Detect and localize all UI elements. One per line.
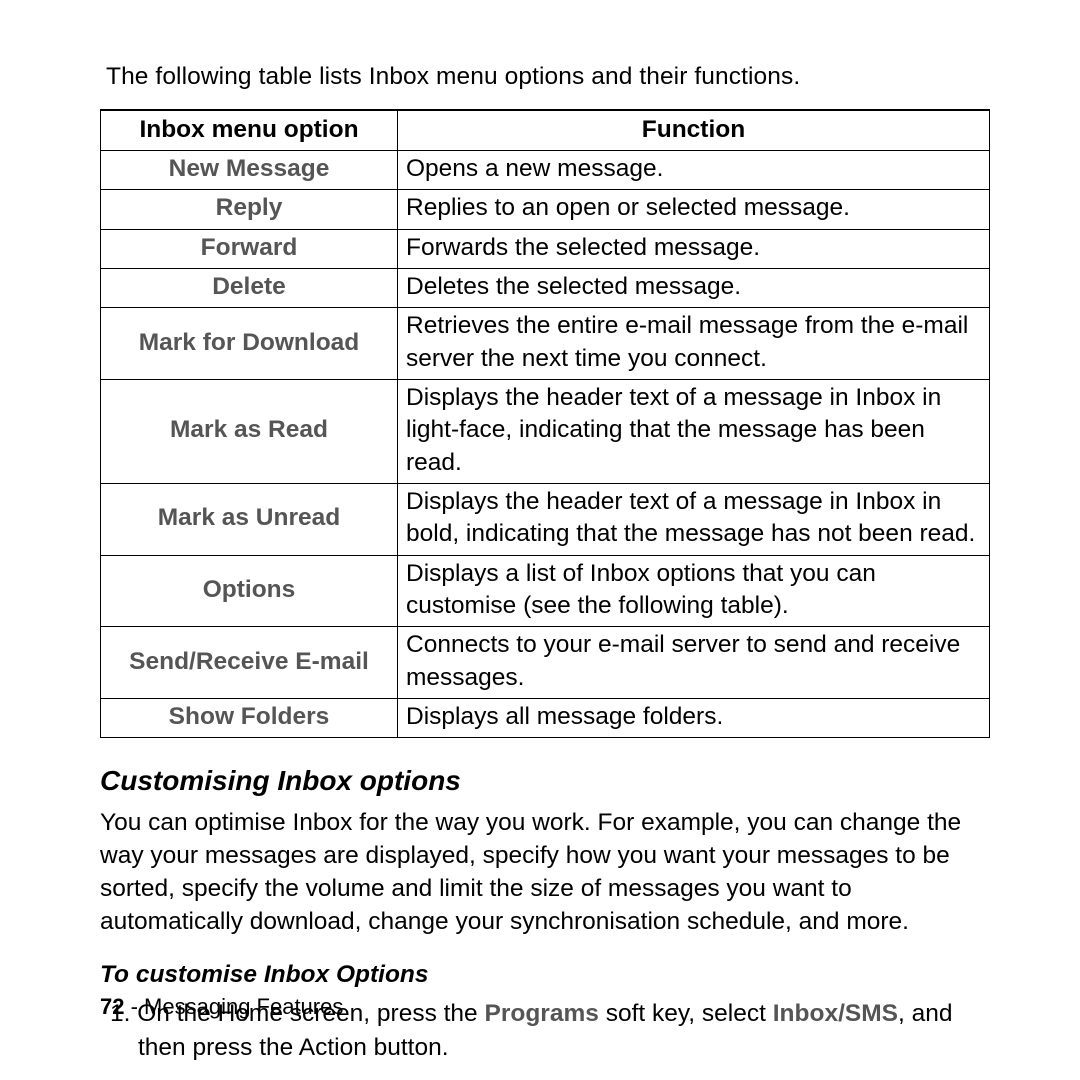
table-row: Options Displays a list of Inbox options… [101, 555, 990, 627]
table-row: Delete Deletes the selected message. [101, 269, 990, 308]
function-cell: Retrieves the entire e-mail message from… [398, 308, 990, 380]
table-row: Reply Replies to an open or selected mes… [101, 190, 990, 229]
function-cell: Opens a new message. [398, 151, 990, 190]
function-cell: Connects to your e-mail server to send a… [398, 627, 990, 699]
header-option: Inbox menu option [101, 110, 398, 151]
option-cell: Send/Receive E-mail [101, 627, 398, 699]
page-number: 72 [100, 994, 124, 1019]
table-row: New Message Opens a new message. [101, 151, 990, 190]
option-cell: Reply [101, 190, 398, 229]
inbox-options-table: Inbox menu option Function New Message O… [100, 109, 990, 738]
function-cell: Replies to an open or selected message. [398, 190, 990, 229]
table-row: Send/Receive E-mail Connects to your e-m… [101, 627, 990, 699]
option-cell: Delete [101, 269, 398, 308]
section-body: You can optimise Inbox for the way you w… [100, 806, 990, 938]
function-cell: Displays the header text of a message in… [398, 484, 990, 556]
step-1-mid: soft key, select [599, 1000, 773, 1027]
option-cell: Mark for Download [101, 308, 398, 380]
option-cell: Mark as Unread [101, 484, 398, 556]
table-row: Show Folders Displays all message folder… [101, 699, 990, 738]
table-row: Mark as Unread Displays the header text … [101, 484, 990, 556]
footer-section: - Messaging Features [124, 994, 343, 1019]
softkey-inbox-sms: Inbox/SMS [773, 1000, 898, 1027]
table-row: Mark for Download Retrieves the entire e… [101, 308, 990, 380]
subsection-heading: To customise Inbox Options [100, 958, 990, 991]
function-cell: Deletes the selected message. [398, 269, 990, 308]
function-cell: Displays a list of Inbox options that yo… [398, 555, 990, 627]
table-row: Mark as Read Displays the header text of… [101, 380, 990, 484]
section-heading: Customising Inbox options [100, 762, 990, 800]
header-function: Function [398, 110, 990, 151]
page-footer: 72 - Messaging Features [100, 992, 343, 1022]
option-cell: Forward [101, 229, 398, 268]
function-cell: Displays the header text of a message in… [398, 380, 990, 484]
function-cell: Displays all message folders. [398, 699, 990, 738]
option-cell: Show Folders [101, 699, 398, 738]
function-cell: Forwards the selected message. [398, 229, 990, 268]
table-row: Forward Forwards the selected message. [101, 229, 990, 268]
option-cell: New Message [101, 151, 398, 190]
option-cell: Mark as Read [101, 380, 398, 484]
option-cell: Options [101, 555, 398, 627]
table-header-row: Inbox menu option Function [101, 110, 990, 151]
intro-text: The following table lists Inbox menu opt… [106, 60, 990, 93]
softkey-programs: Programs [485, 1000, 599, 1027]
